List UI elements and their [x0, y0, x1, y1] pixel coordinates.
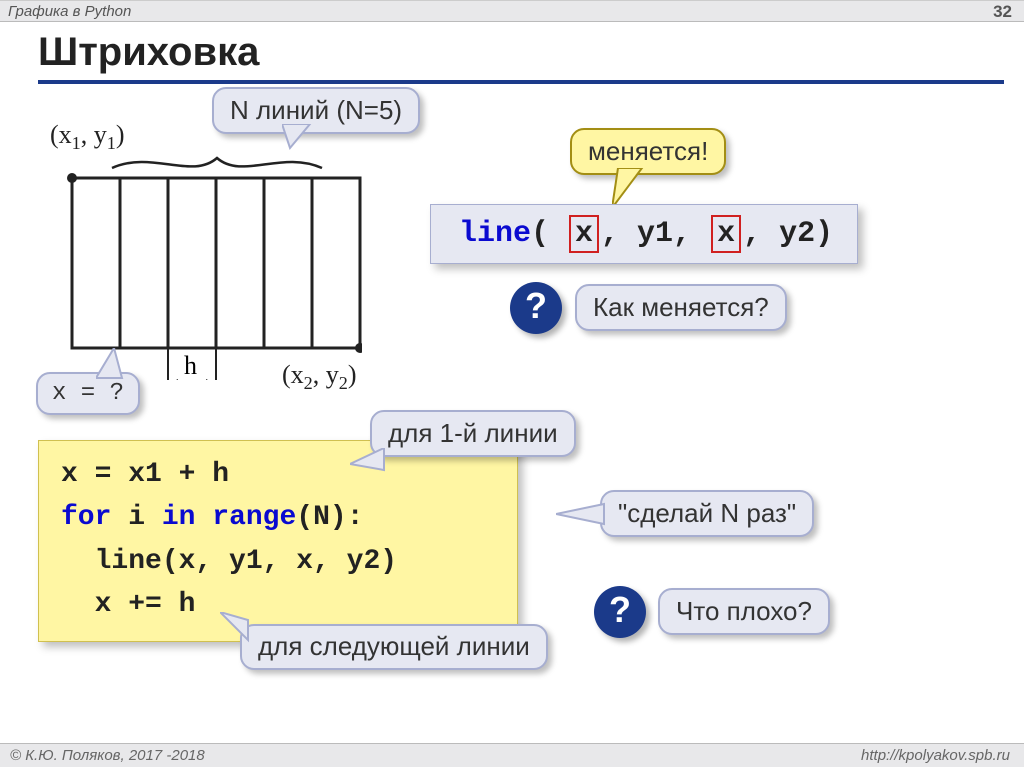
question-disc-2: ?	[594, 586, 646, 638]
bubble-x-eq-tail	[96, 348, 136, 380]
bubble-first-line-text: для 1-й линии	[388, 418, 558, 448]
page-number: 32	[993, 2, 1012, 22]
label-h: h	[184, 351, 197, 381]
q-mark-2: ?	[609, 589, 631, 630]
bubble-n-lines-text: N линий (N=5)	[230, 95, 402, 125]
bubble-do-n-text: "сделай N раз"	[618, 498, 796, 528]
bubble-whats-bad-text: Что плохо?	[676, 596, 812, 626]
bubble-x-eq-text: x = ?	[52, 380, 124, 407]
bubble-first-line-tail	[350, 448, 386, 474]
bubble-next-line-text: для следующей линии	[258, 631, 530, 661]
footer-copyright: © К.Ю. Поляков, 2017 -2018	[10, 747, 205, 764]
bubble-do-n-tail	[556, 502, 606, 526]
question-disc-1: ?	[510, 282, 562, 334]
code-block: x = x1 + h for i in range(N): line(x, y1…	[38, 440, 518, 642]
bubble-first-line: для 1-й линии	[370, 410, 576, 457]
bubble-do-n: "сделай N раз"	[600, 490, 814, 537]
slide-title: Штриховка	[38, 30, 259, 75]
q-mark-1: ?	[525, 285, 547, 326]
bubble-changes-text: меняется!	[588, 136, 708, 166]
header-title: Графика в Python	[8, 3, 131, 20]
bubble-how-changes-text: Как меняется?	[593, 292, 769, 322]
bubble-whats-bad: Что плохо?	[658, 588, 830, 635]
code-strip-line: line( x, y1, x, y2)	[430, 204, 858, 264]
title-underline	[38, 80, 1004, 84]
label-point-2: (x2, y2)	[282, 360, 357, 394]
fn-line: line	[459, 217, 531, 251]
hl-x-1: x	[569, 215, 599, 253]
hatch-diagram	[62, 150, 362, 380]
hl-x-2: x	[711, 215, 741, 253]
bubble-next-line-tail	[220, 612, 250, 644]
bubble-next-line: для следующей линии	[240, 624, 548, 670]
footer-bar: © К.Ю. Поляков, 2017 -2018 http://kpolya…	[0, 743, 1024, 767]
header-bar: Графика в Python 32	[0, 0, 1024, 22]
bubble-how-changes: Как меняется?	[575, 284, 787, 331]
footer-url: http://kpolyakov.spb.ru	[861, 747, 1010, 764]
